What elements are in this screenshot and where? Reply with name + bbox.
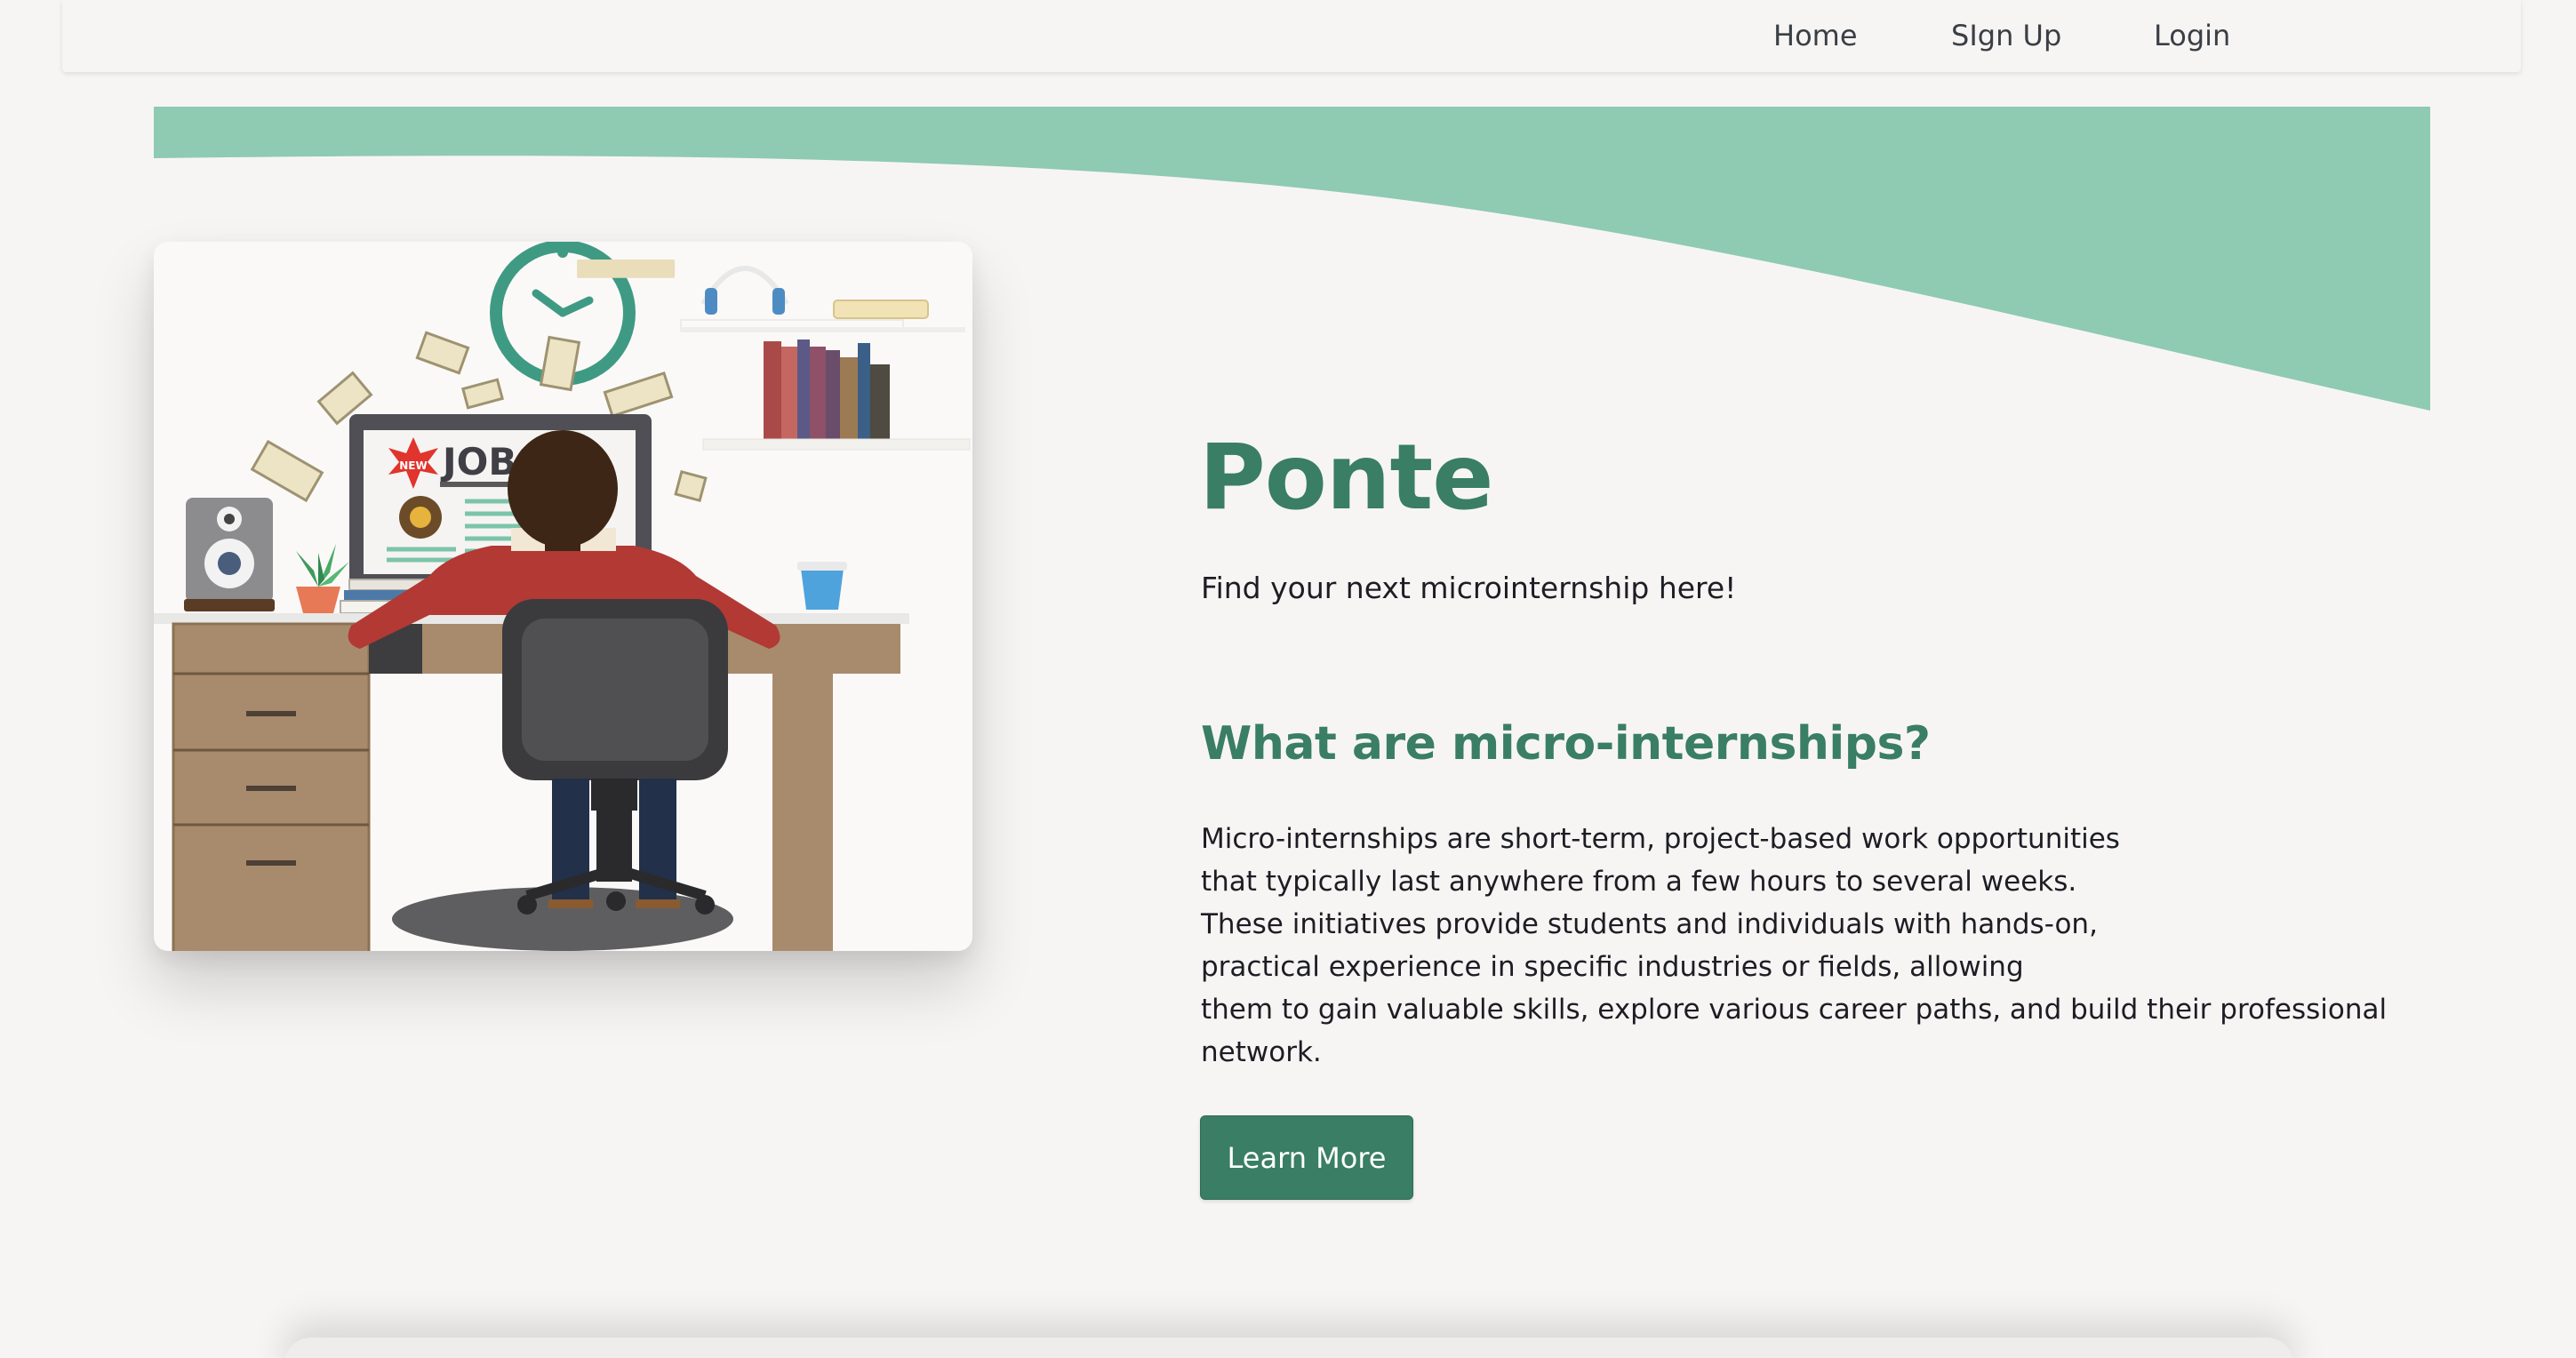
description-line: practical experience in specific industr… <box>1201 951 2024 983</box>
micro-internships-description: Micro-internships are short-term, projec… <box>1201 818 2481 1074</box>
headphones-icon <box>700 266 789 315</box>
micro-internships-heading: What are micro-internships? <box>1201 717 1931 771</box>
hero-illustration-card: NEW JOBS <box>154 242 972 951</box>
description-line: network. <box>1201 1036 1322 1068</box>
description-line: them to gain valuable skills, explore va… <box>1201 994 2388 1026</box>
brand-title: Ponte <box>1199 425 1493 531</box>
nav-link-login[interactable]: Login <box>2154 16 2230 55</box>
page: Home SIgn Up Login NEW JOBS Ponte Find y… <box>0 0 2576 1358</box>
cup-icon <box>797 562 847 610</box>
top-navbar: Home SIgn Up Login <box>62 0 2521 72</box>
speaker-icon <box>184 498 275 611</box>
description-line: Micro-internships are short-term, projec… <box>1201 823 2120 855</box>
next-section-edge <box>284 1338 2293 1358</box>
description-line: that typically last anywhere from a few … <box>1201 866 2077 898</box>
nav-link-home[interactable]: Home <box>1773 16 1858 55</box>
nav-link-sign-up[interactable]: SIgn Up <box>1951 16 2061 55</box>
books-icon <box>764 340 890 439</box>
learn-more-button[interactable]: Learn More <box>1200 1115 1413 1200</box>
description-line: These initiatives provide students and i… <box>1201 908 2098 940</box>
office-desk-illustration: NEW JOBS <box>154 242 971 951</box>
hero-tagline: Find your next microinternship here! <box>1201 571 1737 605</box>
new-badge-text: NEW <box>399 459 427 472</box>
